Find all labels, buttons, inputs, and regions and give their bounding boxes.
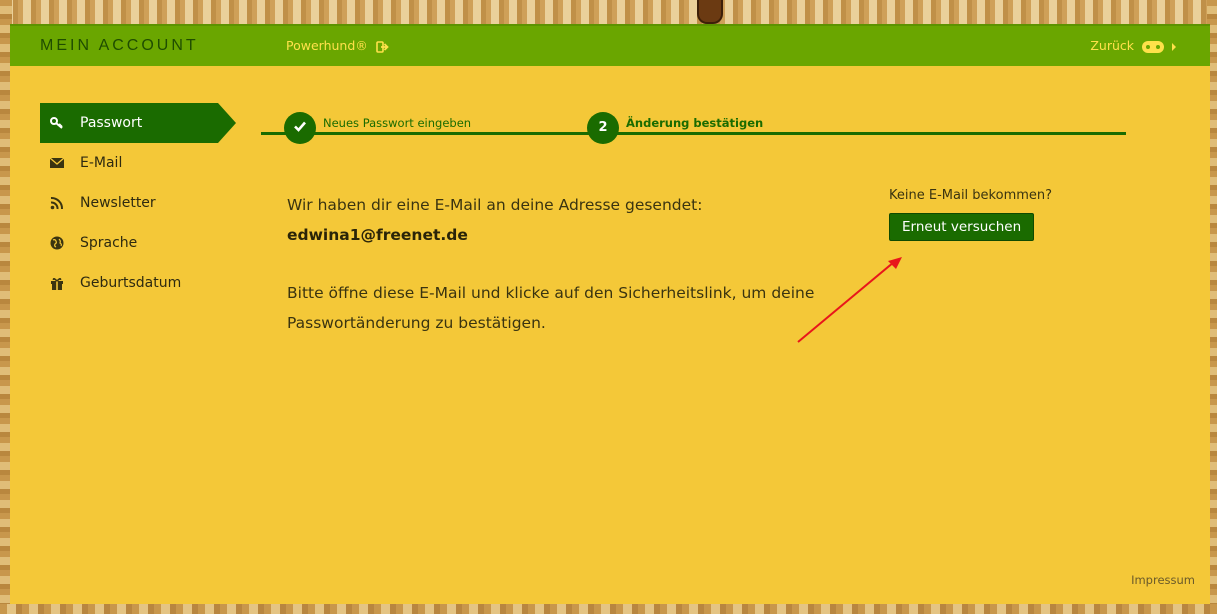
impressum-link[interactable]: Impressum — [1131, 573, 1195, 587]
powerhund-link[interactable]: Powerhund® — [286, 38, 389, 53]
page-title: MEIN ACCOUNT — [40, 37, 199, 54]
annotation-arrow — [797, 257, 902, 343]
retry-section: Keine E-Mail bekommen? Erneut versuchen — [889, 188, 1052, 241]
progress-stepper: Neues Passwort eingeben 2 Änderung bestä… — [261, 108, 1126, 148]
email-address: edwina1@freenet.de — [287, 226, 468, 244]
gamepad-icon — [1142, 40, 1165, 53]
instruction-text: Bitte öffne diese E-Mail und klicke auf … — [287, 284, 815, 332]
caret-right-icon — [1172, 42, 1176, 51]
sidebar-item-label: Sprache — [80, 235, 138, 251]
rss-icon — [50, 197, 63, 210]
sidebar-item-email[interactable]: E-Mail — [40, 143, 240, 183]
sent-text: Wir haben dir eine E-Mail an deine Adres… — [287, 196, 703, 214]
powerhund-link-label: Powerhund® — [286, 38, 368, 53]
sidebar-item-geburtsdatum[interactable]: Geburtsdatum — [40, 263, 240, 303]
step-1-label: Neues Passwort eingeben — [323, 116, 472, 130]
sidebar-item-label: E-Mail — [80, 155, 123, 171]
account-sidebar: Passwort E-Mail Newsletter Sprache Gebur… — [40, 103, 240, 303]
key-icon — [50, 117, 63, 129]
envelope-icon — [50, 157, 64, 168]
back-link-label: Zurück — [1090, 38, 1135, 53]
back-link[interactable]: Zurück — [1090, 38, 1176, 53]
hanging-stick-decoration — [697, 0, 723, 24]
confirmation-message: Wir haben dir eine E-Mail an deine Adres… — [287, 190, 847, 338]
frame-bottom — [0, 604, 1217, 614]
top-bar: MEIN ACCOUNT Powerhund® Zurück — [10, 24, 1210, 66]
sidebar-item-label: Passwort — [80, 115, 143, 131]
globe-icon — [50, 236, 64, 250]
gift-icon — [51, 277, 63, 290]
sidebar-item-sprache[interactable]: Sprache — [40, 223, 240, 263]
sidebar-item-label: Newsletter — [80, 195, 156, 211]
sidebar-item-passwort[interactable]: Passwort — [40, 103, 236, 143]
step-1-marker — [284, 112, 316, 144]
stepper-line — [261, 132, 1126, 135]
no-email-question: Keine E-Mail bekommen? — [889, 188, 1053, 203]
check-icon — [294, 121, 306, 132]
sign-out-icon — [375, 40, 389, 53]
frame-top — [0, 0, 1217, 24]
sidebar-item-newsletter[interactable]: Newsletter — [40, 183, 240, 223]
step-2-label: Änderung bestätigen — [626, 116, 764, 130]
account-panel: MEIN ACCOUNT Powerhund® Zurück Passwort — [10, 24, 1210, 604]
step-2-marker: 2 — [587, 112, 619, 144]
retry-button[interactable]: Erneut versuchen — [889, 213, 1035, 241]
sidebar-item-label: Geburtsdatum — [80, 275, 182, 291]
